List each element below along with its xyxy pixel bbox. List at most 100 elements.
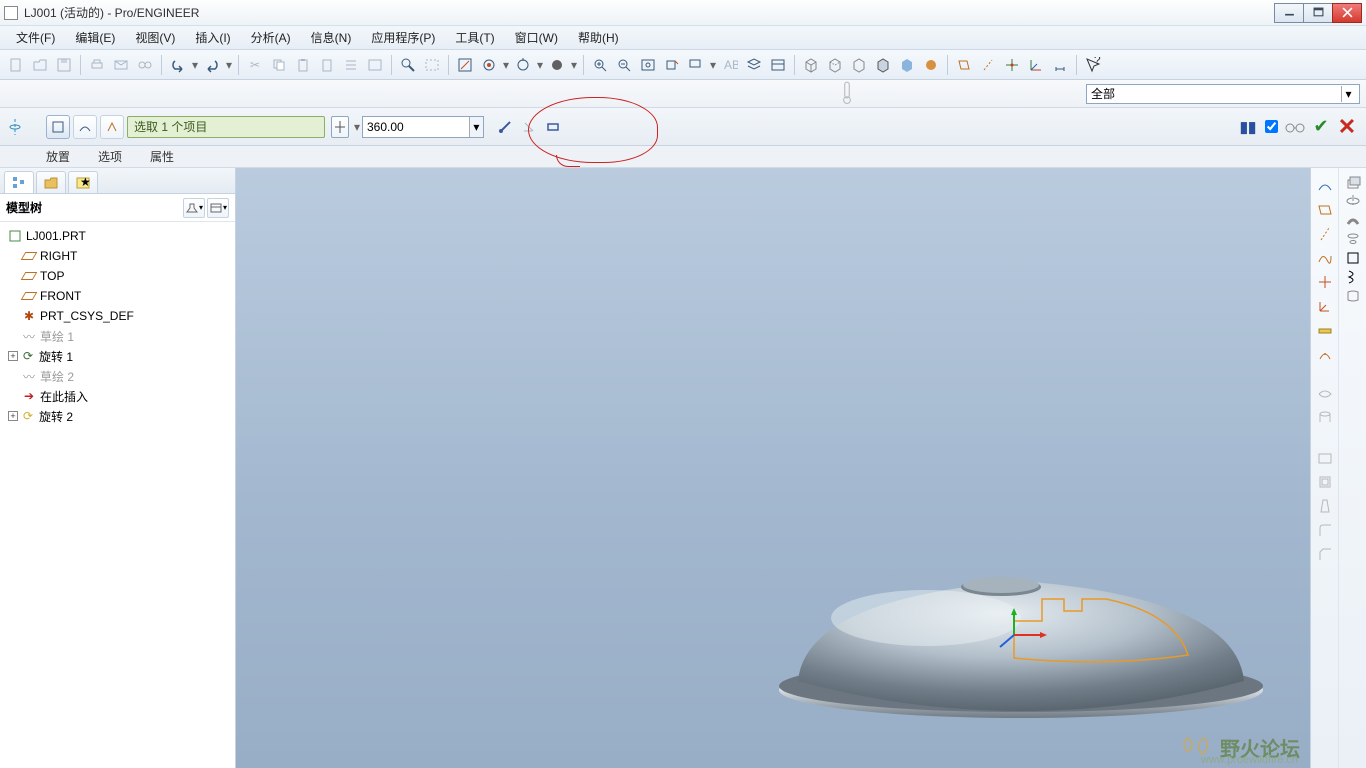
menu-view[interactable]: 视图(V) [125,27,185,48]
model-tree[interactable]: LJ001.PRT RIGHT TOP FRONT ✱PRT_CSYS_DEF … [0,222,235,430]
zoom-fit-icon[interactable] [637,54,659,76]
orient-icon[interactable] [512,54,534,76]
close-button[interactable] [1332,3,1362,23]
extrude-tool-icon[interactable] [1345,174,1361,193]
csys-toggle-icon[interactable] [1025,54,1047,76]
plane-tool-icon[interactable] [1314,199,1336,221]
nav-tab-tree[interactable] [4,171,34,193]
shaded-icon[interactable] [896,54,918,76]
zoom-out-icon[interactable] [613,54,635,76]
nav-tab-fav[interactable]: ★ [68,171,98,193]
layers-icon[interactable] [743,54,765,76]
reorient-icon[interactable] [661,54,683,76]
revolve-tool-icon[interactable] [1345,193,1361,212]
sketch-tool-icon[interactable] [1314,343,1336,365]
tree-csys[interactable]: ✱PRT_CSYS_DEF [2,306,233,326]
measure-tool-icon[interactable] [1314,319,1336,341]
menu-window[interactable]: 窗口(W) [505,27,568,48]
solid-toggle[interactable] [46,115,70,139]
redo-dropdown[interactable]: ▾ [224,58,234,72]
no-hidden-icon[interactable] [848,54,870,76]
cut-icon[interactable]: ✂ [244,54,266,76]
menu-analysis[interactable]: 分析(A) [241,27,301,48]
round-tool-icon[interactable] [1314,519,1336,541]
tree-revolve2[interactable]: +⟳旋转 2 [2,406,233,426]
saved-views-icon[interactable] [685,54,707,76]
tree-datum-right[interactable]: RIGHT [2,246,233,266]
tree-insert-here[interactable]: ➔在此插入 [2,386,233,406]
select-box-icon[interactable] [421,54,443,76]
open-icon[interactable] [29,54,51,76]
tab-options[interactable]: 选项 [98,148,122,165]
shaded-hl-icon[interactable] [872,54,894,76]
apply-button[interactable]: ✔ [1310,116,1332,138]
blend-tool-icon[interactable] [1345,231,1361,250]
selection-filter[interactable]: 全部 ▾ [1086,84,1360,104]
undo-icon[interactable] [167,54,189,76]
save-icon[interactable] [53,54,75,76]
tree-settings-icon[interactable]: ▾ [183,198,205,218]
regen-auto-icon[interactable] [364,54,386,76]
sweep-tool-icon[interactable] [1345,212,1361,231]
angle-dropdown[interactable]: ▾ [469,117,483,137]
tab-place[interactable]: 放置 [46,148,70,165]
tree-revolve1[interactable]: +⟳旋转 1 [2,346,233,366]
menu-edit[interactable]: 编辑(E) [65,27,125,48]
angle-input[interactable]: ▾ [362,116,484,138]
new-icon[interactable] [5,54,27,76]
hole-tool-icon[interactable] [1314,407,1336,429]
paste-special-icon[interactable] [316,54,338,76]
view-mgr-icon[interactable] [767,54,789,76]
spin-dropdown[interactable]: ▾ [501,58,511,72]
chamfer-tool-icon[interactable] [1314,543,1336,565]
print-icon[interactable] [86,54,108,76]
appearance-icon[interactable] [920,54,942,76]
minimize-button[interactable] [1274,3,1304,23]
angle-type-dropdown[interactable]: ▾ [352,120,362,134]
undo-dropdown[interactable]: ▾ [190,58,200,72]
zoom-in-icon[interactable] [589,54,611,76]
shell-tool-icon[interactable] [1314,447,1336,469]
wireframe-icon[interactable] [800,54,822,76]
mail-icon[interactable] [110,54,132,76]
point-tool-icon[interactable] [1314,271,1336,293]
flip-icon[interactable] [494,116,516,138]
cancel-button[interactable]: ✕ [1336,116,1358,138]
pause-button[interactable]: ▮▮ [1237,116,1259,138]
annot-icon[interactable]: AB [719,54,741,76]
helical-sweep-icon[interactable] [1345,269,1361,288]
preview-checkbox[interactable] [1265,120,1278,133]
shade-dropdown[interactable]: ▾ [569,58,579,72]
boundary-blend-icon[interactable] [1345,288,1361,307]
swept-blend-icon[interactable] [1345,250,1361,269]
hidden-line-icon[interactable] [824,54,846,76]
surface-toggle[interactable] [73,115,97,139]
menu-help[interactable]: 帮助(H) [568,27,629,48]
tree-sketch2[interactable]: 〰草绘 2 [2,366,233,386]
menu-file[interactable]: 文件(F) [6,27,65,48]
nav-tab-folder[interactable] [36,171,66,193]
annot-toggle-icon[interactable] [1049,54,1071,76]
menu-app[interactable]: 应用程序(P) [361,27,445,48]
orient-dropdown[interactable]: ▾ [535,58,545,72]
tree-datum-top[interactable]: TOP [2,266,233,286]
tree-root[interactable]: LJ001.PRT [2,226,233,246]
angle-type-button[interactable] [331,116,349,138]
sketch-collector[interactable] [100,115,124,139]
tree-show-icon[interactable]: ▾ [207,198,229,218]
draft-tool-icon[interactable] [1314,495,1336,517]
shade-icon[interactable] [546,54,568,76]
axis-tool-icon[interactable] [1314,223,1336,245]
menu-info[interactable]: 信息(N) [301,27,362,48]
tab-props[interactable]: 属性 [150,148,174,165]
maximize-button[interactable] [1303,3,1333,23]
axis-collector[interactable]: 选取 1 个项目 [127,116,325,138]
rib-tool-icon[interactable] [1314,471,1336,493]
datum-axis-toggle-icon[interactable] [977,54,999,76]
datum-point-toggle-icon[interactable] [1001,54,1023,76]
repaint-icon[interactable] [454,54,476,76]
spin-center-icon[interactable] [478,54,500,76]
angle-value[interactable] [363,117,469,137]
redo-icon[interactable] [201,54,223,76]
views-dropdown[interactable]: ▾ [708,58,718,72]
